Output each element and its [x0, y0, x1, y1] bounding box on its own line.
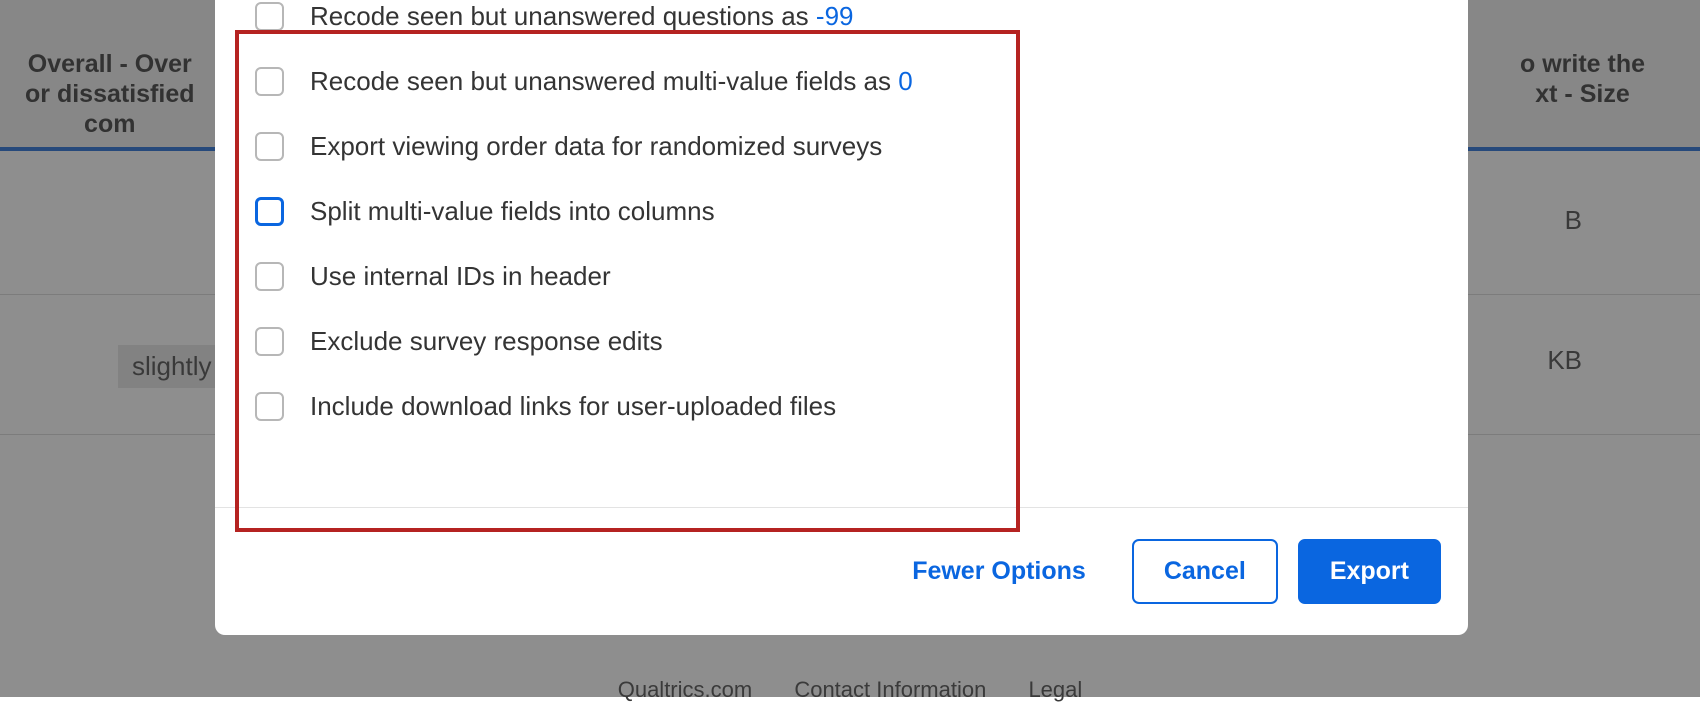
- footer-link[interactable]: Contact Information: [794, 677, 986, 702]
- option-value-token: 0: [898, 66, 912, 96]
- modal-footer: Fewer Options Cancel Export: [215, 507, 1468, 635]
- export-options-list: Recode seen but unanswered questions as …: [241, 0, 1442, 469]
- option-label: Recode seen but unanswered questions as …: [310, 1, 853, 32]
- option-recode-unanswered-questions[interactable]: Recode seen but unanswered questions as …: [255, 0, 1442, 49]
- footer-link[interactable]: Legal: [1028, 677, 1082, 702]
- option-label: Split multi-value fields into columns: [310, 196, 715, 227]
- option-label: Recode seen but unanswered multi-value f…: [310, 66, 913, 97]
- option-value-token: -99: [816, 1, 854, 31]
- option-use-internal-ids[interactable]: Use internal IDs in header: [255, 244, 1442, 309]
- footer-link[interactable]: Qualtrics.com: [618, 677, 752, 702]
- export-options-modal: Recode seen but unanswered questions as …: [215, 0, 1468, 635]
- checkbox-icon[interactable]: [255, 262, 284, 291]
- page-footer-links: Qualtrics.com Contact Information Legal: [0, 677, 1700, 703]
- option-label: Use internal IDs in header: [310, 261, 611, 292]
- option-include-download-links[interactable]: Include download links for user-uploaded…: [255, 374, 1442, 439]
- checkbox-icon[interactable]: [255, 197, 284, 226]
- option-exclude-response-edits[interactable]: Exclude survey response edits: [255, 309, 1442, 374]
- option-export-viewing-order[interactable]: Export viewing order data for randomized…: [255, 114, 1442, 179]
- checkbox-icon[interactable]: [255, 2, 284, 31]
- export-button[interactable]: Export: [1298, 539, 1441, 604]
- modal-body: Recode seen but unanswered questions as …: [215, 0, 1468, 507]
- option-label: Export viewing order data for randomized…: [310, 131, 882, 162]
- option-label: Exclude survey response edits: [310, 326, 663, 357]
- option-split-multivalue-columns[interactable]: Split multi-value fields into columns: [255, 179, 1442, 244]
- option-recode-unanswered-multivalue[interactable]: Recode seen but unanswered multi-value f…: [255, 49, 1442, 114]
- checkbox-icon[interactable]: [255, 67, 284, 96]
- checkbox-icon[interactable]: [255, 327, 284, 356]
- checkbox-icon[interactable]: [255, 132, 284, 161]
- checkbox-icon[interactable]: [255, 392, 284, 421]
- fewer-options-button[interactable]: Fewer Options: [886, 543, 1112, 600]
- cancel-button[interactable]: Cancel: [1132, 539, 1278, 604]
- option-label: Include download links for user-uploaded…: [310, 391, 836, 422]
